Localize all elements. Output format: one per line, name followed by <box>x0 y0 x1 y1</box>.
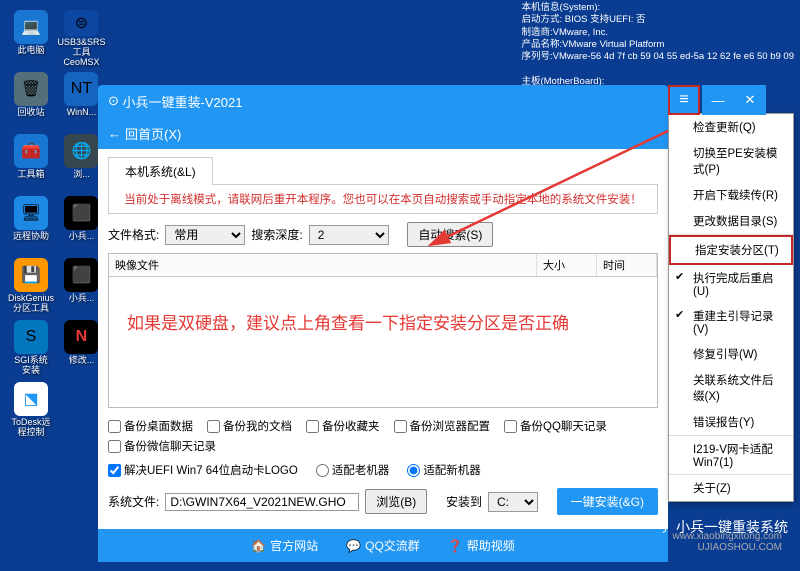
menu-rebuild-mbr[interactable]: ✔重建主引导记录(V) <box>669 303 793 341</box>
col-size[interactable]: 大小 <box>537 254 597 276</box>
check-icon: ✔ <box>675 308 684 321</box>
auto-search-button[interactable]: 自动搜索(S) <box>407 222 493 247</box>
compat-row: 解决UEFI Win7 64位启动卡LOGO 适配老机器 适配新机器 <box>108 462 658 478</box>
sysfile-input[interactable] <box>165 493 359 511</box>
todesk-icon: ⬔ <box>14 382 48 416</box>
install-to-label: 安装到 <box>446 493 482 510</box>
watermark: www.xiaobingxitong.com UJIAOSHOU.COM <box>673 531 783 553</box>
winnt-icon: NT <box>64 72 98 106</box>
navbar: ← 回首页(X) <box>98 117 668 149</box>
footer-help[interactable]: ❓帮助视频 <box>448 537 515 554</box>
desktop-icon[interactable]: ⬛小兵... <box>60 258 102 316</box>
desktop-icon[interactable]: 🖥远程协助 <box>10 196 52 254</box>
chk-docs[interactable]: 备份我的文档 <box>207 418 292 434</box>
col-file[interactable]: 映像文件 <box>109 254 537 276</box>
image-table: 映像文件 大小 时间 如果是双硬盘，建议点上角查看一下指定安装分区是否正确 <box>108 253 658 408</box>
menu-pe-mode[interactable]: 切换至PE安装模式(P) <box>669 140 793 182</box>
desktop-icon[interactable]: 💻此电脑 <box>10 10 52 68</box>
menu-check-update[interactable]: 检查更新(Q) <box>669 114 793 140</box>
app-icon: ⊙ <box>108 93 119 109</box>
window-title: 小兵一键重装-V2021 <box>123 92 243 111</box>
chk-qq[interactable]: 备份QQ聊天记录 <box>504 418 607 434</box>
menu-install-partition[interactable]: 指定安装分区(T) <box>669 235 793 265</box>
file-format-select[interactable]: 常用 <box>165 225 245 245</box>
depth-label: 搜索深度: <box>251 226 302 243</box>
menu-fix-boot[interactable]: 修复引导(W) <box>669 341 793 367</box>
back-button[interactable]: ← 回首页(X) <box>108 124 181 143</box>
desktop-icon[interactable]: ⬛小兵... <box>60 196 102 254</box>
help-icon: ❓ <box>448 539 463 553</box>
col-time[interactable]: 时间 <box>597 254 657 276</box>
browser-icon: 🌐 <box>64 134 98 168</box>
chk-browser[interactable]: 备份浏览器配置 <box>394 418 491 434</box>
menu-about[interactable]: 关于(Z) <box>669 475 793 501</box>
chk-wechat[interactable]: 备份微信聊天记录 <box>108 438 216 454</box>
desktop-icon[interactable]: ⊜USB3&SRS工具CeoMSX <box>60 10 102 68</box>
menu-reboot[interactable]: ✔执行完成后重启(U) <box>669 265 793 303</box>
menu-error-report[interactable]: 错误报告(Y) <box>669 409 793 436</box>
main-window: ⊙ 小兵一键重装-V2021 ← 回首页(X) 本机系统(&L) 当前处于离线模… <box>98 85 668 562</box>
radio-old[interactable]: 适配老机器 <box>316 462 390 478</box>
backup-checks: 备份桌面数据 备份我的文档 备份收藏夹 备份浏览器配置 备份QQ聊天记录 备份微… <box>108 418 658 454</box>
menu-button[interactable]: ≡ <box>668 85 700 115</box>
pc-icon: 💻 <box>14 10 48 44</box>
warning-banner: 当前处于离线模式，请联网后重开本程序。您也可以在本页自动搜索或手动指定本地的系统… <box>108 184 658 214</box>
main-menu: 检查更新(Q) 切换至PE安装模式(P) 开启下载续传(R) 更改数据目录(S)… <box>668 113 794 502</box>
file-format-label: 文件格式: <box>108 226 159 243</box>
menu-i219v[interactable]: I219-V网卡适配Win7(1) <box>669 436 793 475</box>
remote-icon: 🖥 <box>14 196 48 230</box>
xiaobing-icon: ⬛ <box>64 196 98 230</box>
close-button[interactable]: ✕ <box>734 85 766 115</box>
sgi-icon: S <box>14 320 48 354</box>
footer: 🏠官方网站 💬QQ交流群 ❓帮助视频 <box>98 529 668 562</box>
chk-uefi[interactable]: 解决UEFI Win7 64位启动卡LOGO <box>108 462 298 478</box>
desktop-icon[interactable]: 🌐浏... <box>60 134 102 192</box>
desktop-icon[interactable]: NTWinN... <box>60 72 102 130</box>
toolbox-icon: 🧰 <box>14 134 48 168</box>
back-arrow-icon: ← <box>108 126 121 141</box>
annotation-text: 如果是双硬盘，建议点上角查看一下指定安装分区是否正确 <box>127 309 569 334</box>
hamburger-icon: ≡ <box>679 91 688 109</box>
home-icon: 🏠 <box>251 539 266 553</box>
recycle-icon: 🗑 <box>14 72 48 106</box>
titlebar[interactable]: ⊙ 小兵一键重装-V2021 <box>98 85 668 117</box>
xiaobing2-icon: ⬛ <box>64 258 98 292</box>
desktop-icons: 💻此电脑 ⊜USB3&SRS工具CeoMSX 🗑回收站 NTWinN... 🧰工… <box>8 8 108 442</box>
chk-fav[interactable]: 备份收藏夹 <box>306 418 380 434</box>
usb-icon: ⊜ <box>64 10 98 36</box>
check-icon: ✔ <box>675 270 684 283</box>
qq-icon: 💬 <box>346 539 361 553</box>
desktop-icon[interactable]: 💾DiskGenius分区工具 <box>10 258 52 316</box>
search-row: 文件格式: 常用 搜索深度: 2 自动搜索(S) <box>108 222 658 247</box>
menu-resume[interactable]: 开启下载续传(R) <box>669 182 793 208</box>
menu-data-dir[interactable]: 更改数据目录(S) <box>669 208 793 235</box>
radio-new[interactable]: 适配新机器 <box>407 462 481 478</box>
table-header: 映像文件 大小 时间 <box>109 254 657 277</box>
footer-site[interactable]: 🏠官方网站 <box>251 537 318 554</box>
install-to-select[interactable]: C: <box>488 492 538 512</box>
minimize-button[interactable]: — <box>702 85 734 115</box>
desktop-icon[interactable]: ⬔ToDesk远程控制 <box>10 382 52 440</box>
desktop-icon[interactable]: 🧰工具箱 <box>10 134 52 192</box>
browse-button[interactable]: 浏览(B) <box>365 489 427 514</box>
install-button[interactable]: 一键安装(&G) <box>557 488 658 515</box>
desktop-icon[interactable]: 🗑回收站 <box>10 72 52 130</box>
chk-desktop[interactable]: 备份桌面数据 <box>108 418 193 434</box>
sysfile-label: 系统文件: <box>108 493 159 510</box>
desktop-icon[interactable]: SSGI系统安装 <box>10 320 52 378</box>
depth-select[interactable]: 2 <box>309 225 389 245</box>
desktop-icon[interactable]: N修改... <box>60 320 102 378</box>
tab-local-system[interactable]: 本机系统(&L) <box>108 157 213 185</box>
menu-assoc-ext[interactable]: 关联系统文件后缀(X) <box>669 367 793 409</box>
path-row: 系统文件: 浏览(B) 安装到 C: 一键安装(&G) <box>108 488 658 515</box>
footer-qq[interactable]: 💬QQ交流群 <box>346 537 420 554</box>
window-controls: — ✕ <box>702 85 766 115</box>
window-body: 本机系统(&L) 当前处于离线模式，请联网后重开本程序。您也可以在本页自动搜索或… <box>98 149 668 529</box>
diskgenius-icon: 💾 <box>14 258 48 292</box>
modify-icon: N <box>64 320 98 354</box>
